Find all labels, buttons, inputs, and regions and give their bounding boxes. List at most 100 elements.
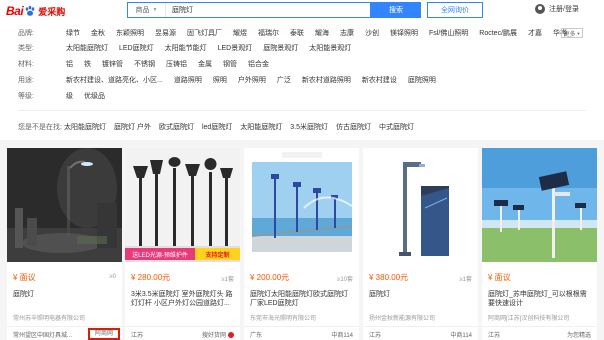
filter-option[interactable]: 优级品 [84,91,105,101]
related-searches: 您是不是在找: 太阳能庭院灯 庭院灯 户外 欧式庭院灯 led庭院灯 太阳能庭院灯 3.5… [0,120,604,134]
source-site[interactable]: 中商114 [450,330,472,339]
product-card[interactable]: ¥ 200.00元 ≥10套 庭院灯太阳能庭院灯欧式庭院灯厂家LED庭院灯 东莞… [244,148,359,340]
divider [18,110,586,111]
filter-option[interactable]: 沙创 [365,28,379,38]
filter-row-grade: 等级: 级 优级品 [0,89,604,103]
filter-option[interactable]: 太阳能庭院灯 [66,43,108,53]
product-title[interactable]: 庭院灯 [13,290,117,299]
seller-name[interactable]: 东莞市海光照明有限公司 [250,313,354,322]
product-image[interactable] [7,148,122,262]
product-image[interactable] [482,148,597,262]
seller-location: 广东 [250,333,263,339]
filter-label: 材料: [18,61,34,68]
filter-panel: 品牌: 绿节 金秋 东颖照明 昱易源 固飞灯具厂 耀煜 福瑞尔 泰联 耀海 志康 沙创 镁铎照明 Fsl… [0,22,604,140]
related-search-link[interactable]: 太阳能庭院灯 [64,122,106,132]
filter-option[interactable]: 金属 [198,59,212,69]
filter-option[interactable]: 绿节 [66,28,80,38]
seller-name[interactable]: 常州苏辛照明电器有限公司 [13,313,117,322]
filter-options: 新农村建设、道路亮化、小区... 道路照明 照明 户外照明 广泛 新农村道路照明 新农村建设… [66,75,447,85]
filter-option[interactable]: 庭院景观灯 [263,43,298,53]
product-min-order: ≥1套 [221,277,234,283]
related-search-link[interactable]: 3.5米庭院灯 [290,122,328,132]
more-button[interactable]: 更多 ▼ [561,28,583,38]
filter-option[interactable]: 才嘉 [528,28,542,38]
filter-option[interactable]: 东颖照明 [116,28,144,38]
filter-option[interactable]: 不锈钢 [134,59,155,69]
product-image[interactable]: 送LED光源-预维护件 支持定制 [125,148,240,262]
source-site[interactable]: 为您精选 [567,330,591,339]
filter-option[interactable]: 耀海 [315,28,329,38]
filter-option[interactable]: 庭院照明 [408,75,436,85]
filter-option[interactable]: 钢管 [223,59,237,69]
related-search-link[interactable]: 仿古庭院灯 [336,122,371,132]
seller-location: 江苏 [369,333,382,339]
product-price: ¥ 200.00元 [250,273,290,282]
filter-option[interactable]: 金秋 [91,28,105,38]
filter-option[interactable]: 新农村建设、道路亮化、小区... [66,75,163,85]
filter-option[interactable]: LED庭院灯 [119,43,154,53]
search-button[interactable]: 搜索 [371,2,421,18]
product-card[interactable]: 送LED光源-预维护件 支持定制 ¥ 280.00元 ≥1套 3米3.5米庭院灯… [125,148,240,340]
product-title[interactable]: 庭院灯太阳能庭院灯欧式庭院灯厂家LED庭院灯 [250,290,354,308]
filter-option[interactable]: 户外照明 [238,75,266,85]
related-search-link[interactable]: 庭院灯 户外 [114,122,151,132]
filter-option[interactable]: 镁铎照明 [390,28,418,38]
product-title[interactable]: 庭院灯_苏申庭院灯_可以根根需要快速设计 [488,290,592,308]
filter-option[interactable]: 新农村建设 [362,75,397,85]
source-site[interactable]: 阿商网 [87,328,120,340]
filter-option[interactable]: 泰联 [290,28,304,38]
source-site[interactable]: 中商114 [331,330,353,339]
filter-option[interactable]: Fsl/佛山照明 [429,28,468,38]
product-card[interactable]: ¥ 面议 庭院灯_苏申庭院灯_可以根根需要快速设计 阿商网[江苏]汉创科技有限公… [482,148,597,340]
product-price: ¥ 380.00元 [369,273,409,282]
filter-row-type: 类型: 太阳能庭院灯 LED庭院灯 太阳能节能灯 LED景观灯 庭院景观灯 太阳能景观灯 [0,41,604,55]
product-title[interactable]: 庭院灯 [369,290,473,299]
related-search-link[interactable]: 太阳能庭院灯 [240,122,282,132]
filter-option[interactable]: Roctec/鹏展 [479,28,517,38]
filter-options: 级 优级品 [66,91,116,101]
product-card[interactable]: ¥ 面议 ≥0 庭院灯 常州苏辛照明电器有限公司 常州望区中国灯具城... 阿商… [7,148,122,340]
product-image[interactable] [363,148,478,262]
card-footer: 常州望区中国灯具城... 阿商网 [7,326,122,340]
filter-option[interactable]: 铝 [66,59,73,69]
search-input[interactable] [166,3,370,17]
product-image[interactable] [244,148,359,262]
filter-option[interactable]: 铁 [84,59,91,69]
image-banner-right: 支持定制 [195,248,240,260]
filter-option[interactable]: LED景观灯 [218,43,253,53]
source-site[interactable]: 搜好货网 [202,330,234,339]
filter-option[interactable]: 昱易源 [155,28,176,38]
seller-name[interactable]: 阿商网[江苏]汉创科技有限公司 [488,313,592,322]
filter-option[interactable]: 福瑞尔 [258,28,279,38]
filter-option[interactable]: 耀煜 [233,28,247,38]
search-bar: 商品 ▼ [127,2,371,18]
related-search-link[interactable]: led庭院灯 [202,122,232,132]
filter-option[interactable]: 太阳能节能灯 [165,43,207,53]
user-icon [535,4,545,14]
filter-option[interactable]: 道路照明 [174,75,202,85]
baidu-aicaigou-logo[interactable]: Bai 爱采购 [6,3,65,19]
search-category-select[interactable]: 商品 ▼ [128,3,166,17]
filter-option[interactable]: 志康 [340,28,354,38]
ask-price-button[interactable]: 全网询价 [427,2,483,18]
seller-name[interactable]: 扬州金秋新能源有限公司 [369,313,473,322]
filter-option[interactable]: 太阳能景观灯 [309,43,351,53]
filter-label: 用途: [18,77,34,84]
filter-option[interactable]: 镀锌管 [102,59,123,69]
related-search-link[interactable]: 中式庭院灯 [379,122,414,132]
related-search-link[interactable]: 欧式庭院灯 [159,122,194,132]
login-link[interactable]: 注册/登录 [535,4,579,14]
filter-option[interactable]: 级 [66,91,73,101]
product-min-order: ≥1套 [459,277,472,283]
filter-option[interactable]: 固飞灯具厂 [187,28,222,38]
product-card[interactable]: ¥ 380.00元 ≥1套 庭院灯 扬州金秋新能源有限公司 江苏 中商114 [363,148,478,340]
filter-option[interactable]: 照明 [213,75,227,85]
top-header: Bai 爱采购 商品 ▼ 搜索 全网询价 注册/登录 [0,0,604,22]
filter-option[interactable]: 压铸铝 [166,59,187,69]
product-title[interactable]: 3米3.5米庭院灯 室外庭院灯头 路灯灯杆 小区户外灯公园道路灯... [131,290,235,308]
filter-option[interactable]: 新农村道路照明 [302,75,351,85]
filter-option[interactable]: 铝合金 [248,59,269,69]
filter-option[interactable]: 广泛 [277,75,291,85]
product-price: ¥ 面议 [488,273,511,282]
product-min-order: ≥0 [109,274,116,280]
